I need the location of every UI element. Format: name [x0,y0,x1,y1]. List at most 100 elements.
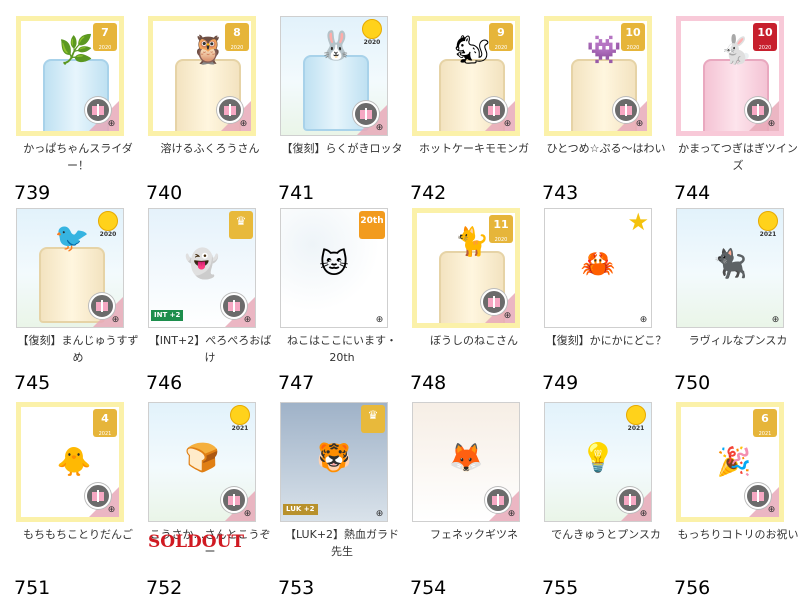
item-card[interactable]: 👾 10 2020 ⊕ ひとつめ☆ぷる〜はわい 743 [542,16,668,205]
zoom-magnifier-icon[interactable]: ⊕ [373,509,386,520]
item-thumbnail[interactable]: 🦀 ★ ⊕ [544,208,652,328]
item-card[interactable]: 🐦 2020 ⊕ 【復刻】まんじゅうすずめ 745 [14,208,140,395]
item-card[interactable]: 💡 2021 ⊕ でんきゅうとプンスカ 755 [542,402,668,600]
crown-badge: ♛ [229,211,253,239]
number-badge: 10 2020 [621,23,645,51]
zoom-magnifier-icon[interactable]: ⊕ [765,505,778,516]
zoom-magnifier-icon[interactable]: ⊕ [237,119,250,130]
item-thumbnail[interactable]: 🐥 4 2021 ⊕ [16,402,124,522]
zoom-magnifier-icon[interactable]: ⊕ [105,505,118,516]
item-name[interactable]: 【復刻】まんじゅうすずめ [16,332,140,366]
item-name[interactable]: ホットケーキモモンガ [412,140,536,157]
item-thumbnail[interactable]: 🐇 10 2020 ⊕ [676,16,784,136]
item-name[interactable]: フェネックギツネ [412,526,536,543]
item-card[interactable]: 🍞 2021 ⊕ こうさか…さんとこうぞー SOLDOUT 752 [146,402,272,600]
zoom-magnifier-icon[interactable]: ⊕ [637,509,650,520]
number-badge: 9 2020 [489,23,513,51]
item-name[interactable]: 溶けるふくろうさん [148,140,272,157]
bird-dango-icon: 🐥 [56,445,92,478]
soldout-label: SOLDOUT [148,532,245,552]
item-number: 744 [674,182,711,204]
zoom-magnifier-icon[interactable]: ⊕ [109,315,122,326]
item-thumbnail[interactable]: 🐿 9 2020 ⊕ [412,16,520,136]
item-number: 751 [14,577,51,599]
zoom-magnifier-icon[interactable]: ⊕ [241,509,254,520]
item-card[interactable]: 🦉 8 2020 ⊕ 溶けるふくろうさん 740 [146,16,272,205]
item-number: 739 [14,182,51,204]
item-thumbnail[interactable]: 🦊 ⊕ [412,402,520,522]
zoom-magnifier-icon[interactable]: ⊕ [241,315,254,326]
item-name[interactable]: 【LUK+2】熱血ガラド先生 [280,526,404,560]
sun-icon [98,211,118,231]
item-number: 742 [410,182,447,204]
fennec-fox-icon: 🦊 [448,441,484,474]
item-name[interactable]: ぼうしのねこさん [412,332,536,349]
rabbit-icon: 🐰 [318,29,354,62]
item-thumbnail[interactable]: 🍞 2021 ⊕ [148,402,256,522]
item-card[interactable]: 🐥 4 2021 ⊕ もちもちことりだんご 751 [14,402,140,600]
item-card[interactable]: 🐯 ♛ LUK +2 ⊕ 【LUK+2】熱血ガラド先生 753 [278,402,404,600]
item-card[interactable]: 🐰 2020 ⊕ 【復刻】らくがきロッタ 741 [278,16,404,205]
zoom-magnifier-icon[interactable]: ⊕ [765,119,778,130]
item-card[interactable]: 🐈 11 2020 ⊕ ぼうしのねこさん 748 [410,208,536,395]
zoom-magnifier-icon[interactable]: ⊕ [501,311,514,322]
item-thumbnail[interactable]: 🐯 ♛ LUK +2 ⊕ [280,402,388,522]
item-name[interactable]: でんきゅうとプンスカ [544,526,668,543]
zoom-magnifier-icon[interactable]: ⊕ [505,509,518,520]
number-badge: 8 2020 [225,23,249,51]
number-badge: 4 2021 [93,409,117,437]
item-thumbnail[interactable]: 💡 2021 ⊕ [544,402,652,522]
item-name[interactable]: もちもちことりだんご [16,526,140,543]
zoom-magnifier-icon[interactable]: ⊕ [633,119,646,130]
zoom-magnifier-icon[interactable]: ⊕ [769,315,782,326]
item-name[interactable]: ひとつめ☆ぷる〜はわい [544,140,668,157]
crab-icon: 🦀 [580,247,616,280]
item-card[interactable]: 👻 ♛ INT +2 ⊕ 【INT+2】ぺろぺろおばけ 746 [146,208,272,395]
item-card[interactable]: 🐇 10 2020 ⊕ かまってつぎはぎツインズ 744 [674,16,800,205]
item-card[interactable]: 🦊 ⊕ フェネックギツネ 754 [410,402,536,600]
star-icon: ★ [627,208,649,236]
light-bulb-icon: 💡 [580,441,616,474]
item-name[interactable]: かまってつぎはぎツインズ [676,140,800,174]
item-thumbnail[interactable]: 🎉 6 2021 ⊕ [676,402,784,522]
sun-icon [758,211,778,231]
item-name[interactable]: もっちりコトリのお祝い [676,526,800,543]
item-number: 741 [278,182,315,204]
item-card[interactable]: 🎉 6 2021 ⊕ もっちりコトリのお祝い 756 [674,402,800,600]
stat-label: INT +2 [151,310,184,321]
item-thumbnail[interactable]: 🐈 11 2020 ⊕ [412,208,520,328]
item-card[interactable]: 🌿 7 2020 ⊕ かっぱちゃんスライダー！ 739 [14,16,140,205]
item-card[interactable]: 🦀 ★ ⊕ 【復刻】かにかにどこ？ 749 [542,208,668,395]
item-number: 749 [542,372,579,394]
stat-label: LUK +2 [283,504,318,515]
item-thumbnail[interactable]: 🐰 2020 ⊕ [280,16,388,136]
sun-year-badge: 2021 [623,405,649,433]
item-name[interactable]: かっぱちゃんスライダー！ [16,140,140,174]
item-grid: 🌿 7 2020 ⊕ かっぱちゃんスライダー！ 739 🦉 8 2020 ⊕ 溶けるふくろうさん 74… [0,0,800,614]
item-thumbnail[interactable]: 👾 10 2020 ⊕ [544,16,652,136]
item-thumbnail[interactable]: 🌿 7 2020 ⊕ [16,16,124,136]
zoom-magnifier-icon[interactable]: ⊕ [373,315,386,326]
item-thumbnail[interactable]: 🐱 20th ⊕ [280,208,388,328]
item-card[interactable]: 🐱 20th ⊕ ねこはここにいます・20th 747 [278,208,404,395]
item-thumbnail[interactable]: 🐦 2020 ⊕ [16,208,124,328]
item-thumbnail[interactable]: 🦉 8 2020 ⊕ [148,16,256,136]
zoom-magnifier-icon[interactable]: ⊕ [637,315,650,326]
item-number: 752 [146,577,183,599]
item-name[interactable]: 【INT+2】ぺろぺろおばけ [148,332,272,366]
ghost-icon: 👻 [184,247,220,280]
item-name[interactable]: 【復刻】かにかにどこ？ [544,332,668,349]
item-card[interactable]: 🐿 9 2020 ⊕ ホットケーキモモンガ 742 [410,16,536,205]
item-thumbnail[interactable]: 👻 ♛ INT +2 ⊕ [148,208,256,328]
zoom-magnifier-icon[interactable]: ⊕ [105,119,118,130]
zoom-magnifier-icon[interactable]: ⊕ [373,123,386,134]
item-name[interactable]: 【復刻】らくがきロッタ [280,140,404,157]
anniversary-badge: 20th [359,211,385,239]
sparrow-icon: 🐦 [54,221,90,254]
item-name[interactable]: ラヴィルなプンスカ [676,332,800,349]
bread-icon: 🍞 [184,441,220,474]
item-thumbnail[interactable]: 🐈‍⬛ 2021 ⊕ [676,208,784,328]
item-card[interactable]: 🐈‍⬛ 2021 ⊕ ラヴィルなプンスカ 750 [674,208,800,395]
zoom-magnifier-icon[interactable]: ⊕ [501,119,514,130]
item-name[interactable]: ねこはここにいます・20th [280,332,404,366]
